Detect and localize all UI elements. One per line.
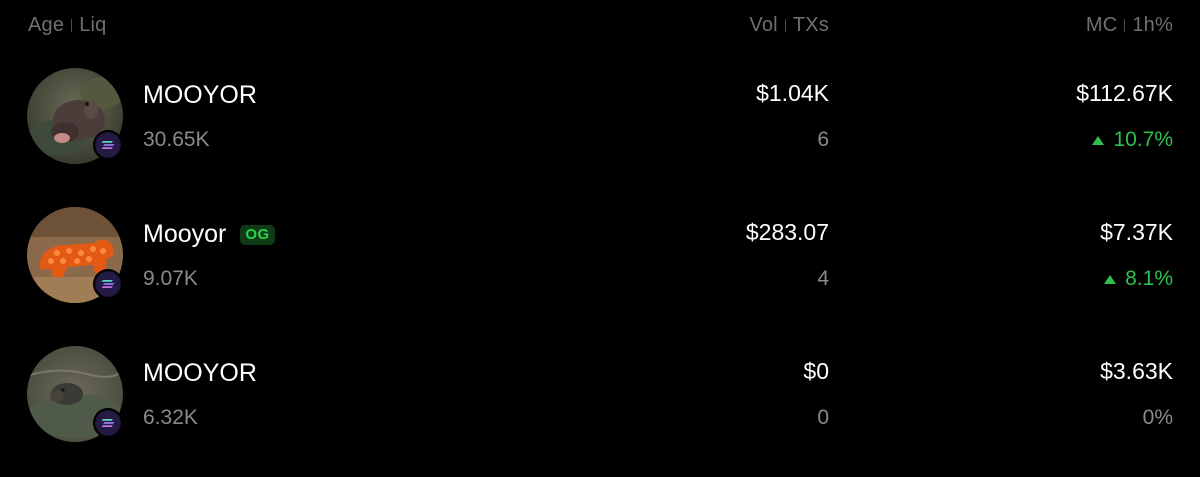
market-cap-value: $7.37K bbox=[1100, 219, 1173, 245]
header-divider bbox=[1124, 19, 1126, 32]
og-badge: OG bbox=[240, 224, 275, 245]
change-1h-value: 10.7% bbox=[1113, 128, 1173, 151]
txs-value: 4 bbox=[817, 267, 829, 290]
age-sort-label[interactable]: Age bbox=[28, 14, 64, 37]
volume-value: $283.07 bbox=[745, 219, 829, 245]
change-1h: 8.1% bbox=[1104, 267, 1173, 291]
liq-sort-label[interactable]: Liq bbox=[79, 14, 106, 37]
solana-icon bbox=[93, 269, 123, 299]
market-cap-value: $112.67K bbox=[1076, 80, 1173, 106]
token-name-text: MOOYOR bbox=[143, 81, 257, 109]
header-divider bbox=[71, 19, 73, 32]
solana-icon bbox=[93, 130, 123, 160]
mc-sort-label[interactable]: MC bbox=[1086, 14, 1118, 37]
change-1h-value: 8.1% bbox=[1125, 267, 1173, 290]
liquidity-value: 9.07K bbox=[143, 267, 198, 290]
token-name: MOOYOR bbox=[143, 81, 257, 110]
up-arrow-icon bbox=[1104, 274, 1117, 284]
market-cap-value: $3.63K bbox=[1100, 358, 1173, 384]
mc-change-header: MC 1h% bbox=[1086, 14, 1173, 37]
txs-sort-label[interactable]: TXs bbox=[793, 14, 829, 37]
change-1h: 10.7% bbox=[1092, 128, 1173, 152]
txs-value: 0 bbox=[817, 406, 829, 429]
vol-sort-label[interactable]: Vol bbox=[749, 14, 777, 37]
up-arrow-icon bbox=[1092, 135, 1105, 145]
token-row[interactable]: MOOYOR 30.65K $1.04K 6 $112.67K 10.7% bbox=[0, 64, 1200, 174]
token-name: MOOYOR bbox=[143, 359, 257, 388]
table-header: Age Liq Vol TXs MC 1h% bbox=[0, 0, 1200, 54]
header-divider bbox=[784, 19, 786, 32]
liquidity-value: 6.32K bbox=[143, 406, 198, 429]
volume-value: $1.04K bbox=[756, 80, 829, 106]
solana-icon bbox=[93, 408, 123, 438]
change-1h-value: 0% bbox=[1142, 406, 1173, 429]
txs-value: 6 bbox=[817, 128, 829, 151]
age-liq-header: Age Liq bbox=[28, 14, 106, 37]
change-sort-label[interactable]: 1h% bbox=[1132, 14, 1173, 37]
token-name-text: MOOYOR bbox=[143, 359, 257, 387]
liquidity-value: 30.65K bbox=[143, 128, 210, 151]
vol-txs-header: Vol TXs bbox=[749, 14, 829, 37]
change-1h: 0% bbox=[1143, 406, 1173, 430]
token-name: Mooyor OG bbox=[143, 220, 275, 249]
token-row[interactable]: MOOYOR 6.32K $0 0 $3.63K 0% bbox=[0, 342, 1200, 452]
token-name-text: Mooyor bbox=[143, 220, 227, 248]
token-row[interactable]: Mooyor OG 9.07K $283.07 4 $7.37K 8.1% bbox=[0, 203, 1200, 313]
volume-value: $0 bbox=[803, 358, 829, 384]
